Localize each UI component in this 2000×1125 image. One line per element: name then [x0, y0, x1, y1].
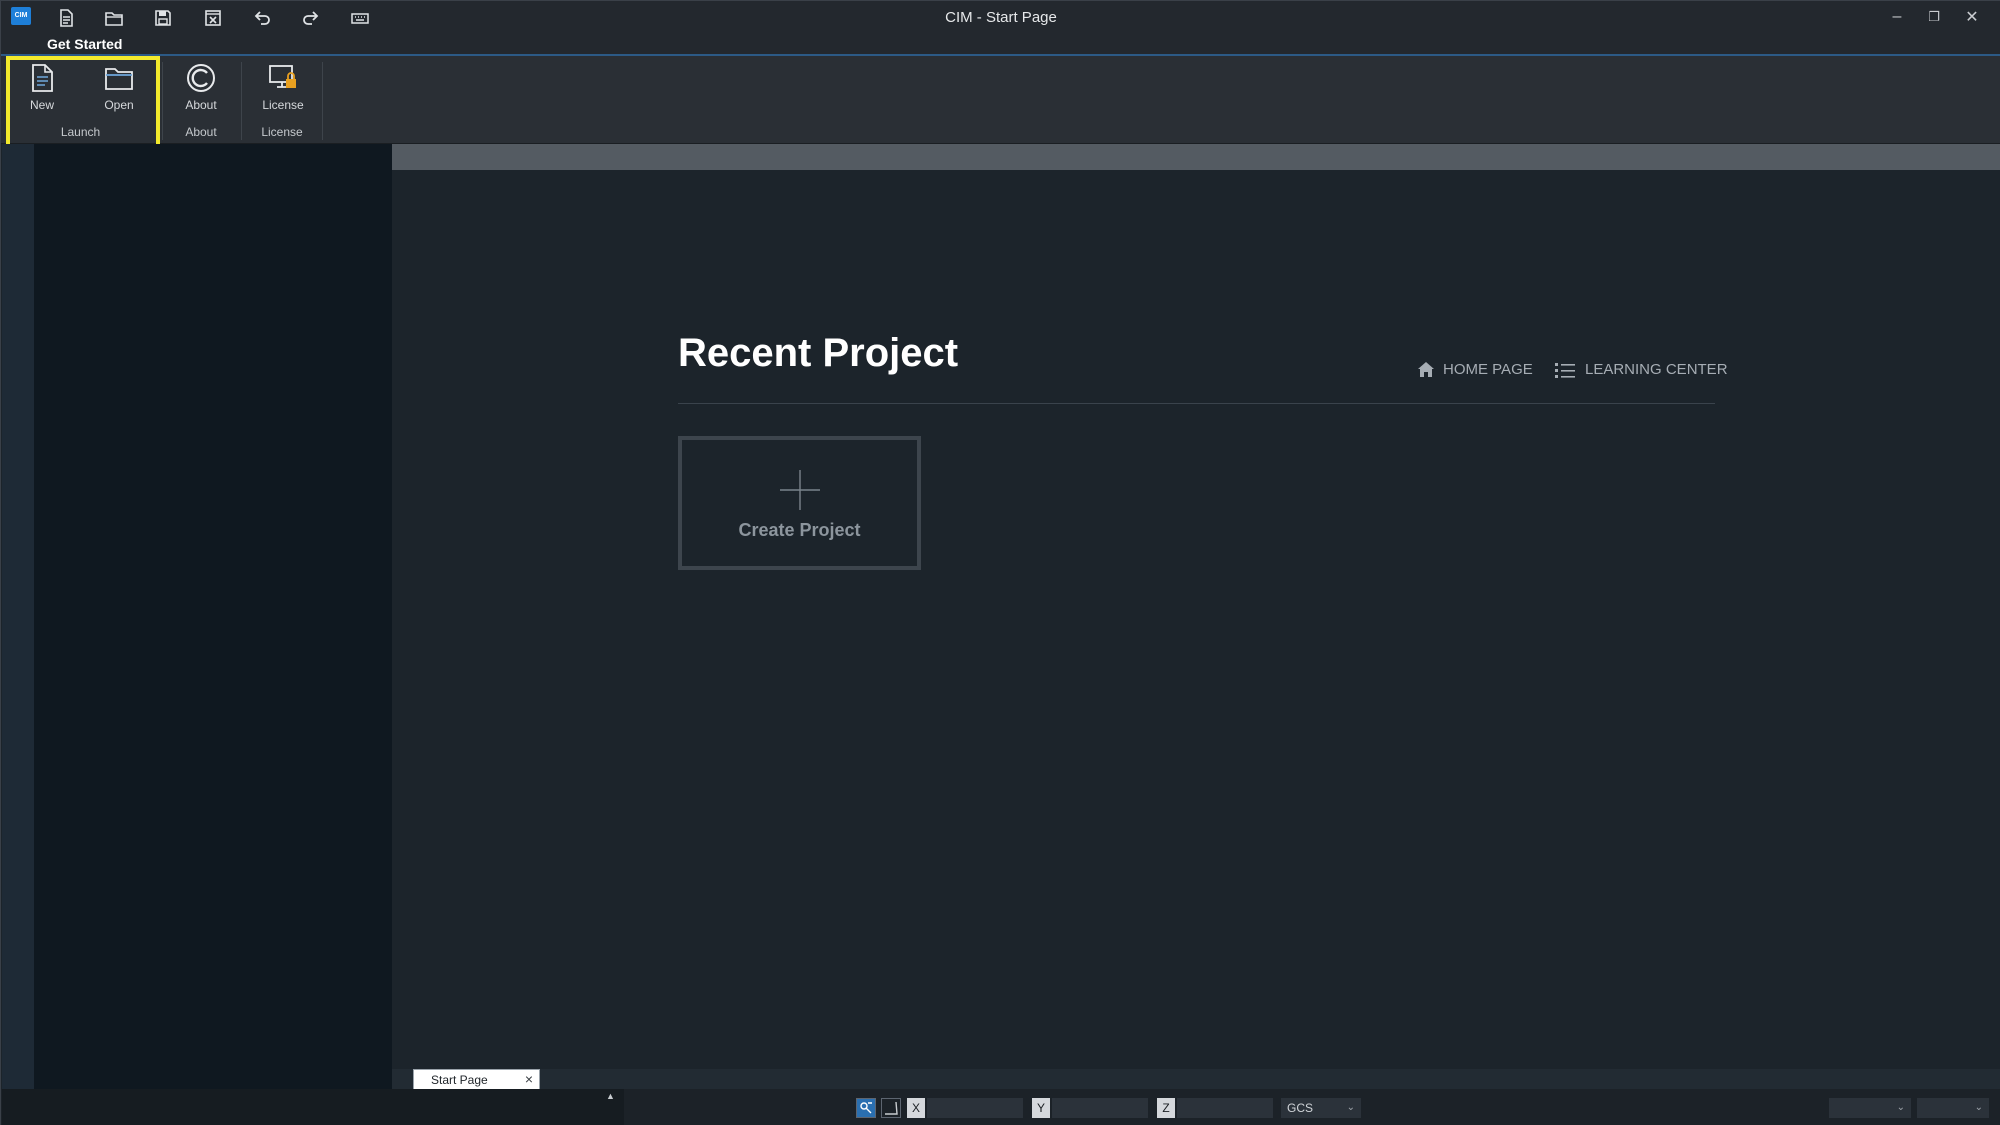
group-label-about: About: [185, 125, 217, 139]
license-button-label: License: [262, 98, 304, 112]
group-label-license: License: [261, 125, 303, 139]
chevron-down-icon: ⌄: [1896, 1102, 1905, 1113]
group-divider: [322, 62, 323, 140]
coordinate-system-value: GCS: [1287, 1101, 1314, 1115]
group-divider: [162, 62, 163, 140]
group-divider: [241, 62, 242, 140]
group-label-launch: Launch: [60, 125, 101, 139]
y-coordinate-input[interactable]: [1052, 1098, 1148, 1118]
restore-icon[interactable]: ❐: [1921, 5, 1947, 29]
save-icon[interactable]: [150, 5, 176, 31]
learning-center-link[interactable]: LEARNING CENTER: [1555, 361, 1728, 378]
home-page-label: HOME PAGE: [1443, 361, 1533, 378]
page-title: Recent Project: [678, 331, 959, 375]
start-page-content: [392, 170, 2000, 1069]
content-header-bar: [392, 144, 2000, 170]
undo-icon[interactable]: [249, 5, 275, 31]
app-logo-icon[interactable]: CIM: [11, 7, 31, 25]
chevron-down-icon: ⌄: [1346, 1102, 1355, 1113]
create-project-card[interactable]: Create Project: [678, 436, 921, 570]
left-panel: [34, 144, 392, 1089]
close-window-icon[interactable]: ✕: [1959, 5, 1985, 29]
tab-get-started[interactable]: Get Started: [47, 36, 122, 52]
about-button-label: About: [185, 98, 217, 112]
home-icon: [1418, 362, 1434, 377]
open-button[interactable]: Open: [87, 62, 151, 122]
about-icon: [187, 64, 215, 92]
close-file-icon[interactable]: [200, 5, 226, 31]
y-label: Y: [1032, 1098, 1050, 1118]
open-button-label: Open: [104, 98, 134, 112]
new-file-icon[interactable]: [53, 5, 79, 31]
tab-start-page-label: Start Page: [431, 1073, 488, 1087]
divider: [678, 403, 1715, 404]
new-button-label: New: [29, 98, 54, 112]
x-coordinate-input[interactable]: [927, 1098, 1023, 1118]
status-dropdown-1[interactable]: ⌄: [1829, 1098, 1911, 1118]
left-dock-strip: [2, 144, 34, 1089]
tab-start-page[interactable]: Start Page ×: [413, 1069, 540, 1089]
new-button[interactable]: New: [10, 62, 74, 122]
new-document-icon: [32, 64, 53, 92]
status-left-area: ▲: [2, 1089, 624, 1125]
x-label: X: [907, 1098, 925, 1118]
status-dropdown-2[interactable]: ⌄: [1917, 1098, 1989, 1118]
angle-icon[interactable]: [881, 1098, 901, 1118]
plus-icon: [779, 470, 820, 510]
ribbon-tab-row: Get Started: [1, 34, 2000, 56]
open-folder-icon[interactable]: [101, 5, 127, 31]
redo-icon[interactable]: [298, 5, 324, 31]
expand-up-icon[interactable]: ▲: [606, 1091, 615, 1101]
learning-center-label: LEARNING CENTER: [1585, 361, 1728, 378]
app-window: CIM CIM - Start Page – ❐ ✕ Get Started N…: [0, 0, 2000, 1125]
z-label: Z: [1157, 1098, 1175, 1118]
create-project-label: Create Project: [738, 520, 861, 540]
minimize-icon[interactable]: –: [1884, 5, 1910, 29]
chevron-down-icon: ⌄: [1974, 1102, 1983, 1113]
snap-icon[interactable]: [856, 1098, 876, 1118]
close-tab-icon[interactable]: ×: [525, 1071, 533, 1087]
keyboard-icon[interactable]: [347, 5, 373, 31]
open-folder-icon: [105, 68, 133, 90]
coordinate-system-dropdown[interactable]: GCS ⌄: [1281, 1098, 1361, 1118]
license-button[interactable]: License: [251, 62, 315, 122]
title-bar: CIM CIM - Start Page – ❐ ✕: [1, 1, 2000, 34]
about-button[interactable]: About: [169, 62, 233, 122]
document-tab-bar: [392, 1069, 2000, 1089]
license-icon: [269, 65, 296, 88]
ribbon: New Open Launch About About License Lice…: [1, 56, 2000, 144]
home-page-link[interactable]: HOME PAGE: [1417, 361, 1533, 378]
list-icon: [1555, 362, 1575, 378]
z-coordinate-input[interactable]: [1177, 1098, 1273, 1118]
status-bar: ▲ X Y Z GCS ⌄ ⌄ ⌄: [1, 1089, 2000, 1125]
